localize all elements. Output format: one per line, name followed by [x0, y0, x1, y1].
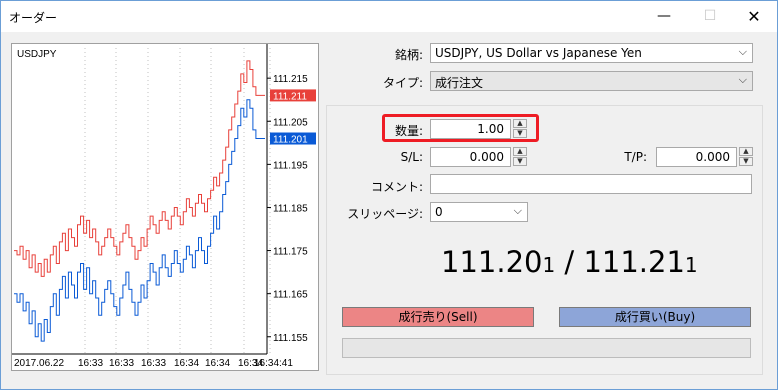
- bid-price-main: 111.20: [441, 245, 543, 279]
- sl-input[interactable]: 0.000: [430, 147, 511, 167]
- title-bar: オーダー — ☐ ✕: [1, 1, 777, 32]
- symbol-value: USDJPY, US Dollar vs Japanese Yen: [435, 46, 642, 60]
- volume-value: 1.00: [477, 122, 504, 136]
- type-label: タイプ:: [382, 76, 423, 90]
- spin-down-icon[interactable]: ▼: [739, 157, 753, 166]
- tp-stepper[interactable]: ▲ ▼: [739, 147, 753, 167]
- ask-price-main: 111.21: [583, 245, 685, 279]
- spin-up-icon[interactable]: ▲: [513, 147, 527, 156]
- spin-down-icon[interactable]: ▼: [513, 157, 527, 166]
- spin-up-icon[interactable]: ▲: [739, 147, 753, 156]
- y-tick-label: 111.215: [273, 74, 308, 85]
- spin-down-icon[interactable]: ▼: [513, 129, 527, 138]
- slippage-select[interactable]: 0 ⌵: [430, 202, 528, 222]
- comment-label: コメント:: [370, 180, 423, 194]
- symbol-label: 銘柄:: [394, 48, 423, 62]
- spin-up-icon[interactable]: ▲: [513, 119, 527, 128]
- progress-bar: [342, 338, 751, 358]
- chevron-down-icon: ⌵: [513, 204, 522, 217]
- type-select[interactable]: 成行注文 ⌵: [430, 71, 753, 91]
- y-tick-label: 111.175: [273, 247, 308, 258]
- x-tick-label: 16:33: [141, 358, 166, 369]
- sell-button[interactable]: 成行売り(Sell): [342, 307, 534, 327]
- volume-stepper[interactable]: ▲ ▼: [513, 119, 527, 139]
- bid-series-line: [14, 99, 265, 342]
- tp-value: 0.000: [695, 150, 730, 164]
- y-tick-label: 111.205: [273, 117, 308, 128]
- tp-label: T/P:: [624, 150, 647, 164]
- sl-label: S/L:: [400, 150, 423, 164]
- tp-input[interactable]: 0.000: [656, 147, 737, 167]
- x-tick-label: 16:33: [109, 358, 134, 369]
- x-tick-label: 16:33: [78, 358, 103, 369]
- y-tick-label: 111.185: [273, 203, 308, 214]
- sl-stepper[interactable]: ▲ ▼: [513, 147, 527, 167]
- volume-input[interactable]: 1.00: [430, 119, 511, 139]
- chevron-down-icon: ⌵: [738, 45, 747, 58]
- close-button[interactable]: ✕: [731, 1, 777, 32]
- ask-price-tag-label: 111.211: [273, 91, 307, 102]
- chart-symbol-label: USDJPY: [17, 49, 57, 60]
- volume-label: 数量:: [394, 124, 423, 138]
- sl-value: 0.000: [469, 150, 504, 164]
- chevron-down-icon: ⌵: [738, 73, 747, 86]
- bid-price-pip: 1: [542, 253, 556, 277]
- x-tick-label: 16:34:41: [254, 358, 293, 369]
- symbol-select[interactable]: USDJPY, US Dollar vs Japanese Yen ⌵: [430, 43, 753, 63]
- comment-input[interactable]: [430, 174, 752, 194]
- slippage-value: 0: [435, 205, 443, 219]
- x-tick-label: 2017.06.22: [14, 358, 64, 369]
- minimize-button[interactable]: —: [641, 1, 687, 32]
- window-title: オーダー: [9, 11, 58, 25]
- y-tick-label: 111.155: [273, 333, 308, 344]
- tick-chart: USDJPY 111.215 111.205 111.195 111.185 111.17…: [11, 43, 319, 371]
- price-separator: /: [555, 245, 584, 279]
- maximize-button[interactable]: ☐: [687, 1, 733, 32]
- type-value: 成行注文: [435, 76, 484, 90]
- x-tick-label: 16:34: [174, 358, 199, 369]
- x-tick-label: 16:34: [205, 358, 230, 369]
- order-params-group: [326, 105, 763, 375]
- ask-series-line: [14, 60, 265, 277]
- y-tick-label: 111.195: [273, 160, 308, 171]
- y-tick-label: 111.165: [273, 290, 308, 301]
- price-display: 111.201 / 111.211: [441, 245, 698, 279]
- order-window: オーダー — ☐ ✕ USDJPY 111.215 111.205 111.195 11…: [0, 0, 778, 390]
- buy-button[interactable]: 成行買い(Buy): [559, 307, 751, 327]
- slippage-label: スリッページ:: [347, 207, 423, 221]
- bid-price-tag-label: 111.201: [273, 135, 308, 146]
- ask-price-pip: 1: [684, 253, 698, 277]
- tick-chart-svg: USDJPY 111.215 111.205 111.195 111.185 111.17…: [12, 44, 316, 369]
